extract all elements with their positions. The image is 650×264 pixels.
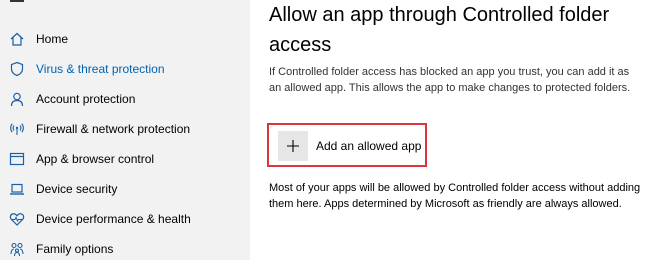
sidebar-item-virus-threat-protection[interactable]: Virus & threat protection	[0, 54, 250, 84]
sidebar-item-label: Home	[36, 32, 69, 46]
page-description: If Controlled folder access has blocked …	[269, 66, 631, 94]
menu-icon[interactable]	[10, 0, 24, 2]
sidebar-item-label: App & browser control	[36, 152, 155, 166]
main-content: Allow an app through Controlled folder a…	[250, 0, 650, 260]
sidebar-item-firewall-network-protection[interactable]: Firewall & network protection	[0, 114, 250, 144]
page-title: Allow an app through Controlled folder a…	[269, 4, 610, 56]
sidebar-item-label: Virus & threat protection	[36, 62, 165, 76]
add-allowed-app-label: Add an allowed app	[316, 139, 422, 153]
plus-icon	[278, 131, 308, 161]
wifi-antenna-icon	[9, 121, 25, 137]
sidebar-item-label: Firewall & network protection	[36, 122, 191, 136]
sidebar-item-app-browser-control[interactable]: App & browser control	[0, 144, 250, 174]
sidebar-item-label: Account protection	[36, 92, 136, 106]
sidebar-item-label: Device performance & health	[36, 212, 191, 226]
sidebar-item-label: Device security	[36, 182, 118, 196]
sidebar-item-device-security[interactable]: Device security	[0, 174, 250, 204]
home-icon	[9, 31, 25, 47]
laptop-icon	[9, 181, 25, 197]
heart-icon	[9, 211, 25, 227]
sidebar-item-label: Family options	[36, 242, 114, 256]
sidebar-item-device-performance-health[interactable]: Device performance & health	[0, 204, 250, 234]
info-note: Most of your apps will be allowed by Con…	[269, 182, 641, 210]
add-allowed-app-button[interactable]: Add an allowed app	[278, 131, 421, 161]
person-icon	[9, 91, 25, 107]
family-icon	[9, 241, 25, 257]
sidebar: Home Virus & threat protection Account p…	[0, 0, 250, 260]
browser-window-icon	[9, 151, 25, 167]
sidebar-item-account-protection[interactable]: Account protection	[0, 84, 250, 114]
shield-icon	[9, 61, 25, 77]
sidebar-item-home[interactable]: Home	[0, 24, 250, 54]
